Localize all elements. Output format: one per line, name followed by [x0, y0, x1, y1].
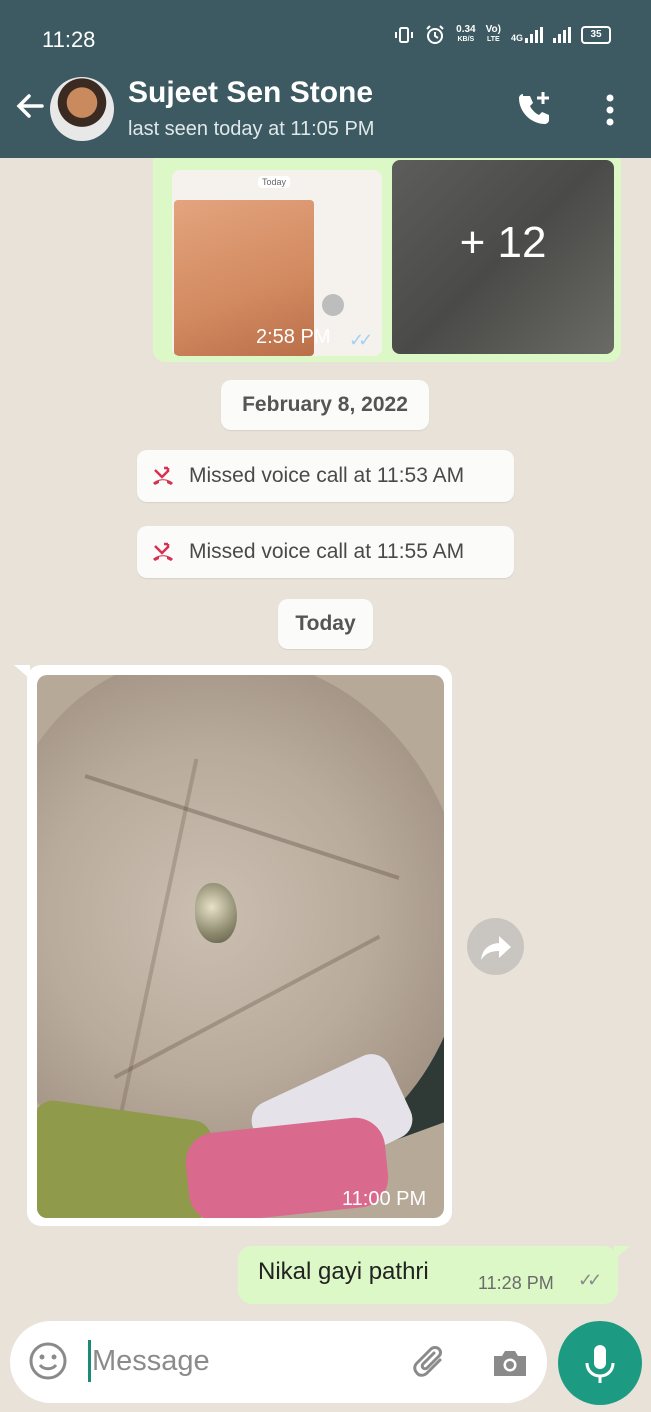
forward-button[interactable]	[467, 918, 524, 975]
camera-icon[interactable]	[490, 1344, 530, 1382]
back-arrow-icon[interactable]	[12, 88, 48, 124]
message-time: 11:00 PM	[342, 1188, 427, 1210]
missed-call-notice[interactable]: Missed voice call at 11:53 AM	[137, 450, 514, 502]
text-caret	[88, 1340, 91, 1382]
missed-call-icon	[153, 466, 173, 485]
emoji-icon[interactable]	[27, 1340, 69, 1382]
media-extra-count: + 12	[459, 218, 547, 267]
status-bar: 11:28 0.34 KB/S Vo) LTE 4G 35	[0, 0, 651, 78]
delivered-ticks-icon: ✓✓	[578, 1270, 602, 1290]
thumbnail-date-tag: Today	[258, 176, 291, 188]
microphone-icon	[585, 1345, 615, 1383]
date-divider: February 8, 2022	[221, 380, 429, 430]
attachment-icon[interactable]	[410, 1342, 452, 1384]
volte-indicator: Vo) LTE	[485, 24, 501, 44]
missed-call-notice[interactable]: Missed voice call at 11:55 AM	[137, 526, 514, 578]
forward-icon	[481, 936, 511, 960]
missed-call-text: Missed voice call at 11:55 AM	[189, 540, 465, 563]
message-time: 11:28 PM	[478, 1273, 554, 1293]
read-ticks-icon: ✓✓	[349, 330, 373, 350]
network-type: 4G	[511, 27, 543, 43]
voice-message-button[interactable]	[558, 1321, 642, 1405]
contact-name[interactable]: Sujeet Sen Stone	[128, 76, 373, 110]
last-seen-status[interactable]: last seen today at 11:05 PM	[128, 118, 374, 141]
forward-icon	[322, 294, 344, 316]
add-call-icon[interactable]	[515, 88, 555, 128]
battery-icon: 35	[581, 26, 611, 44]
alarm-icon	[426, 25, 444, 44]
signal-icon	[553, 27, 571, 43]
avatar[interactable]	[50, 77, 114, 141]
message-input[interactable]	[92, 1338, 392, 1384]
outgoing-message-text: Nikal gayi pathri	[258, 1258, 429, 1285]
more-options-icon[interactable]	[600, 92, 620, 128]
status-icons: 0.34 KB/S Vo) LTE 4G 35	[394, 24, 611, 46]
incoming-photo[interactable]	[37, 675, 444, 1218]
network-speed: 0.34 KB/S	[456, 24, 476, 44]
status-time: 11:28	[42, 27, 96, 52]
chat-header: 11:28 0.34 KB/S Vo) LTE 4G 35 Sujeet Sen S…	[0, 0, 651, 158]
vibrate-icon	[395, 27, 414, 43]
date-divider: Today	[278, 599, 373, 649]
missed-call-text: Missed voice call at 11:53 AM	[189, 464, 465, 487]
missed-call-icon	[153, 542, 173, 561]
message-time: 2:58 PM	[256, 326, 331, 348]
bubble-tail	[614, 1246, 630, 1260]
